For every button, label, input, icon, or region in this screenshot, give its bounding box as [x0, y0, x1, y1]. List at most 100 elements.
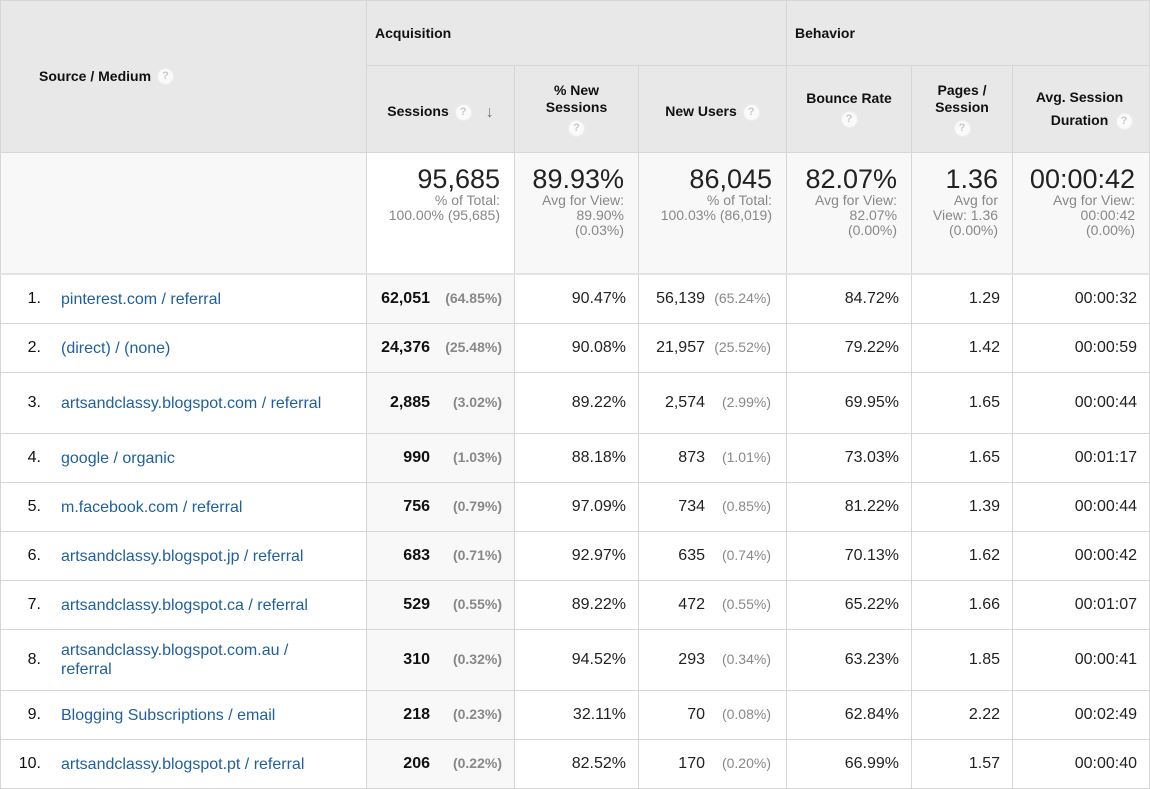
help-icon[interactable]: ?	[953, 119, 971, 137]
pct-new-sessions-cell: 90.47%	[514, 273, 639, 324]
table-row: 1. pinterest.com / referral 62,051 (64.85%…	[0, 273, 1150, 324]
sessions-cell: 2,885 (3.02%)	[366, 372, 515, 434]
column-header-avg-session-duration[interactable]: Avg. Session Duration?	[1012, 65, 1150, 153]
new-users-percent: (2.99%)	[721, 394, 771, 410]
summary-note: 100.03% (86,019)	[660, 207, 773, 223]
source-medium-cell: 2. (direct) / (none)	[0, 323, 367, 373]
row-index: 9.	[27, 706, 41, 723]
sessions-percent: (64.85%)	[445, 290, 502, 306]
row-index: 8.	[27, 651, 41, 668]
sort-descending-icon[interactable]: ↓	[486, 104, 494, 121]
sessions-cell: 529 (0.55%)	[366, 580, 515, 630]
new-users-value: 293	[678, 651, 705, 668]
sessions-value: 756	[403, 498, 430, 515]
pct-new-sessions-cell: 89.22%	[514, 580, 639, 630]
group-header-acquisition: Acquisition	[365, 0, 788, 66]
table-row: 7. artsandclassy.blogspot.ca / referral 5…	[0, 580, 1150, 630]
row-index: 1.	[27, 290, 41, 307]
row-index: 3.	[27, 394, 41, 411]
sessions-percent: (0.55%)	[452, 596, 502, 612]
sessions-cell: 24,376 (25.48%)	[366, 323, 515, 373]
avg-session-duration-cell: 00:00:44	[1012, 482, 1150, 532]
source-medium-link[interactable]: Blogging Subscriptions / email	[61, 706, 331, 725]
new-users-percent: (0.20%)	[721, 755, 771, 771]
summary-note: 00:00:42	[1080, 207, 1136, 223]
summary-new-users: 86,045 % of Total: 100.03% (86,019)	[637, 152, 788, 275]
summary-note: Avg for	[953, 192, 999, 208]
summary-value: 1.36	[945, 164, 999, 194]
column-header-pct-new-sessions[interactable]: % New Sessions?	[514, 65, 639, 153]
help-icon[interactable]: ?	[157, 68, 175, 86]
table-row: 2. (direct) / (none) 24,376 (25.48%) 90.08…	[0, 323, 1150, 373]
bounce-rate-cell: 62.84%	[786, 690, 913, 740]
avg-session-duration-cell: 00:01:17	[1012, 433, 1150, 483]
help-icon[interactable]: ?	[1115, 112, 1133, 130]
help-icon[interactable]: ?	[568, 119, 585, 137]
row-index: 7.	[27, 596, 41, 613]
bounce-rate-cell: 79.22%	[786, 323, 913, 373]
help-icon[interactable]: ?	[742, 103, 760, 121]
new-users-value: 2,574	[664, 394, 705, 411]
bounce-rate-cell: 69.95%	[786, 372, 913, 434]
summary-pct-new-sessions: 89.93% Avg for View: 89.90% (0.03%)	[514, 152, 639, 275]
new-users-cell: 472 (0.55%)	[637, 580, 788, 630]
table-row: 3. artsandclassy.blogspot.com / referral …	[0, 372, 1150, 434]
new-users-value: 56,139	[656, 290, 705, 307]
pages-session-cell: 1.65	[911, 433, 1014, 483]
help-icon[interactable]: ?	[840, 111, 858, 128]
pages-session-cell: 1.42	[911, 323, 1014, 373]
source-medium-link[interactable]: artsandclassy.blogspot.ca / referral	[61, 596, 331, 615]
column-header-label: Avg. Session Duration	[1035, 89, 1124, 128]
bounce-rate-cell: 66.99%	[786, 739, 913, 789]
table-row: 8. artsandclassy.blogspot.com.au / referr…	[0, 629, 1150, 691]
column-header-new-users[interactable]: New Users?	[637, 65, 788, 153]
column-header-source-medium[interactable]: Source / Medium?	[0, 0, 367, 153]
group-header-behavior: Behavior	[786, 0, 1150, 66]
avg-session-duration-cell: 00:01:07	[1012, 580, 1150, 630]
column-header-sessions[interactable]: Sessions? ↓	[366, 65, 515, 153]
column-header-pages-session[interactable]: Pages / Session?	[911, 65, 1014, 153]
pct-new-sessions-cell: 92.97%	[514, 531, 639, 581]
source-medium-link[interactable]: artsandclassy.blogspot.jp / referral	[61, 547, 331, 566]
summary-note: (0.00%)	[1086, 222, 1136, 238]
sessions-value: 24,376	[381, 339, 430, 356]
sessions-cell: 683 (0.71%)	[366, 531, 515, 581]
source-medium-cell: 1. pinterest.com / referral	[0, 273, 367, 324]
summary-pages-session: 1.36 Avg for View: 1.36 (0.00%)	[911, 152, 1014, 275]
source-medium-link[interactable]: (direct) / (none)	[61, 339, 331, 358]
row-index: 10.	[18, 755, 41, 772]
source-medium-link[interactable]: artsandclassy.blogspot.com / referral	[61, 394, 331, 413]
new-users-value: 21,957	[656, 339, 705, 356]
source-medium-link[interactable]: pinterest.com / referral	[61, 290, 331, 309]
help-icon[interactable]: ?	[454, 103, 472, 121]
sessions-percent: (25.48%)	[445, 339, 502, 355]
source-medium-link[interactable]: artsandclassy.blogspot.pt / referral	[61, 755, 331, 774]
sessions-value: 990	[403, 449, 430, 466]
pct-new-sessions-cell: 32.11%	[514, 690, 639, 740]
table-row: 4. google / organic 990 (1.03%) 88.18% 873…	[0, 433, 1150, 483]
column-header-bounce-rate[interactable]: Bounce Rate?	[786, 65, 913, 153]
sessions-cell: 310 (0.32%)	[366, 629, 515, 691]
sessions-percent: (0.22%)	[452, 755, 502, 771]
avg-session-duration-cell: 00:00:44	[1012, 372, 1150, 434]
summary-value: 95,685	[417, 164, 500, 194]
source-medium-cell: 10. artsandclassy.blogspot.pt / referral	[0, 739, 367, 789]
new-users-value: 873	[678, 449, 705, 466]
sessions-percent: (1.03%)	[452, 449, 502, 465]
table-row: 10. artsandclassy.blogspot.pt / referral …	[0, 739, 1150, 789]
bounce-rate-cell: 70.13%	[786, 531, 913, 581]
sessions-value: 2,885	[389, 394, 430, 411]
source-medium-link[interactable]: m.facebook.com / referral	[61, 498, 331, 517]
pct-new-sessions-cell: 94.52%	[514, 629, 639, 691]
pages-session-cell: 1.57	[911, 739, 1014, 789]
source-medium-link[interactable]: google / organic	[61, 449, 331, 468]
sessions-value: 62,051	[381, 290, 430, 307]
summary-value: 82.07%	[805, 164, 898, 194]
source-medium-link[interactable]: artsandclassy.blogspot.com.au / referral	[61, 641, 331, 679]
row-index: 6.	[27, 547, 41, 564]
pct-new-sessions-cell: 88.18%	[514, 433, 639, 483]
pages-session-cell: 1.29	[911, 273, 1014, 324]
summary-row: 95,685 % of Total: 100.00% (95,685) 89.9…	[0, 152, 1150, 275]
source-medium-cell: 6. artsandclassy.blogspot.jp / referral	[0, 531, 367, 581]
summary-note: Avg for View:	[815, 192, 898, 208]
